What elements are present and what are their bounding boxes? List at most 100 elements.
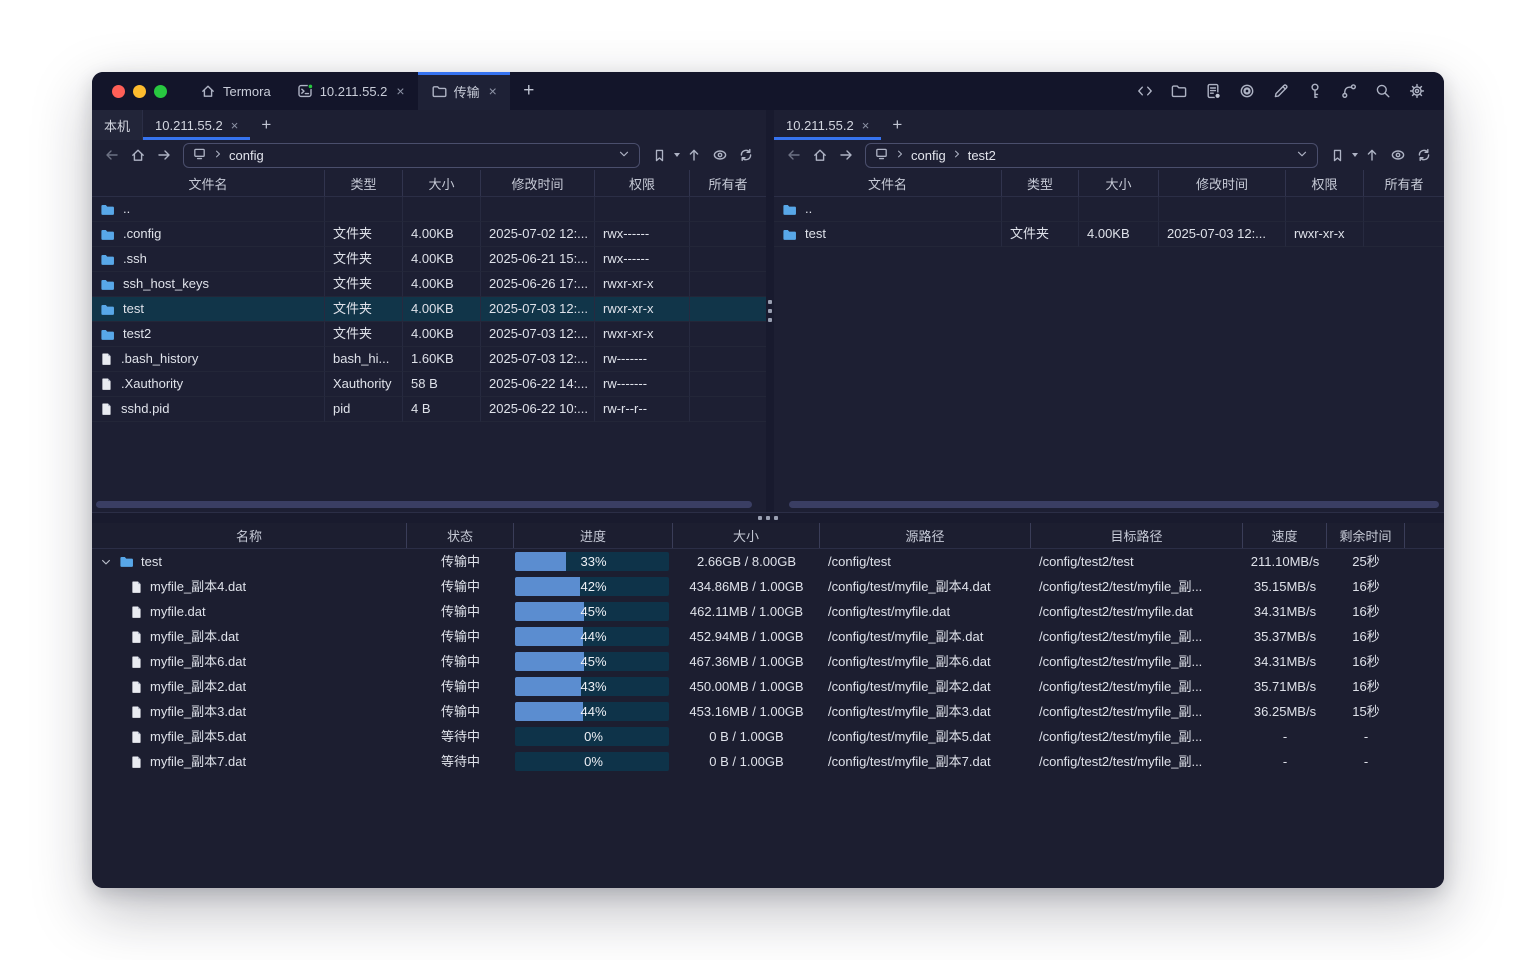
file-row[interactable]: .. (774, 197, 1444, 222)
file-perm-cell: rwxr-xr-x (595, 322, 690, 347)
breadcrumb-segment[interactable]: config (229, 148, 264, 163)
column-header[interactable]: 名称 (92, 523, 407, 548)
forward-icon[interactable] (834, 143, 858, 167)
settings-icon[interactable] (1404, 79, 1429, 104)
transfer-row[interactable]: myfile_副本3.dat传输中44%453.16MB / 1.00GB/co… (92, 699, 1444, 724)
column-header[interactable]: 大小 (1079, 170, 1159, 196)
file-row[interactable]: .ssh文件夹4.00KB2025-06-21 15:...rwx------ (92, 247, 766, 272)
key-icon[interactable] (1302, 79, 1327, 104)
breadcrumb-segment[interactable]: test2 (968, 148, 996, 163)
eye-icon[interactable] (708, 143, 732, 167)
log-icon[interactable] (1200, 79, 1225, 104)
column-header[interactable]: 权限 (1286, 170, 1364, 196)
bookmark-dropdown-icon[interactable] (674, 153, 680, 157)
close-icon[interactable]: × (489, 83, 497, 99)
transfer-row[interactable]: myfile.dat传输中45%462.11MB / 1.00GB/config… (92, 599, 1444, 624)
vertical-splitter[interactable] (766, 110, 774, 512)
path-field[interactable]: config test2 (865, 143, 1318, 168)
tab-remote-host[interactable]: 10.211.55.2 × (143, 110, 250, 140)
file-row[interactable]: test文件夹4.00KB2025-07-03 12:...rwxr-xr-x (774, 222, 1444, 247)
breadcrumb-segment[interactable]: config (911, 148, 946, 163)
tab-termora-home[interactable]: Termora (187, 72, 284, 110)
back-icon[interactable] (782, 143, 806, 167)
tab-remote-host[interactable]: 10.211.55.2 × (774, 110, 881, 140)
file-row[interactable]: test文件夹4.00KB2025-07-03 12:...rwxr-xr-x (92, 297, 766, 322)
eye-icon[interactable] (1386, 143, 1410, 167)
column-header[interactable]: 所有者 (1364, 170, 1444, 196)
size-cell: 0 B / 1.00GB (673, 749, 820, 774)
file-perm-cell: rw------- (595, 372, 690, 397)
forward-icon[interactable] (152, 143, 176, 167)
close-icon[interactable]: × (231, 118, 239, 133)
branch-icon[interactable] (1336, 79, 1361, 104)
column-header[interactable]: 文件名 (92, 170, 325, 196)
column-header[interactable]: 类型 (325, 170, 403, 196)
search-icon[interactable] (1370, 79, 1395, 104)
column-header[interactable]: 文件名 (774, 170, 1002, 196)
column-header[interactable]: 大小 (403, 170, 481, 196)
column-header[interactable]: 权限 (595, 170, 690, 196)
column-header[interactable]: 进度 (514, 523, 673, 548)
column-header[interactable]: 大小 (673, 523, 820, 548)
transfer-row[interactable]: myfile_副本6.dat传输中45%467.36MB / 1.00GB/co… (92, 649, 1444, 674)
up-arrow-icon[interactable] (1360, 143, 1384, 167)
file-row[interactable]: .bash_historybash_hi...1.60KB2025-07-03 … (92, 347, 766, 372)
home-icon[interactable] (126, 143, 150, 167)
horizontal-scrollbar[interactable] (96, 501, 752, 508)
path-field[interactable]: config (183, 143, 640, 168)
new-panel-tab-button[interactable]: + (250, 110, 282, 140)
file-row[interactable]: .config文件夹4.00KB2025-07-02 12:...rwx----… (92, 222, 766, 247)
column-header[interactable]: 修改时间 (481, 170, 595, 196)
folder-icon[interactable] (1166, 79, 1191, 104)
chevron-down-icon[interactable] (617, 147, 631, 164)
column-header[interactable]: 修改时间 (1159, 170, 1286, 196)
record-icon[interactable] (1234, 79, 1259, 104)
transfer-row[interactable]: myfile_副本.dat传输中44%452.94MB / 1.00GB/con… (92, 624, 1444, 649)
zoom-window-button[interactable] (154, 85, 167, 98)
chevron-down-icon[interactable] (1295, 147, 1309, 164)
filler-cell (1405, 624, 1444, 649)
minimize-window-button[interactable] (133, 85, 146, 98)
column-header[interactable]: 目标路径 (1031, 523, 1243, 548)
transfer-row[interactable]: test传输中33%2.66GB / 8.00GB/config/test/co… (92, 549, 1444, 574)
file-row[interactable]: .. (92, 197, 766, 222)
new-tab-button[interactable]: + (510, 72, 548, 110)
new-panel-tab-button[interactable]: + (881, 110, 913, 140)
horizontal-scrollbar[interactable] (789, 501, 1439, 508)
close-icon[interactable]: × (396, 83, 404, 99)
refresh-icon[interactable] (734, 143, 758, 167)
refresh-icon[interactable] (1412, 143, 1436, 167)
close-window-button[interactable] (112, 85, 125, 98)
file-perm-cell: rwx------ (595, 247, 690, 272)
file-row[interactable]: test2文件夹4.00KB2025-07-03 12:...rwxr-xr-x (92, 322, 766, 347)
column-header[interactable]: 源路径 (820, 523, 1031, 548)
column-header[interactable]: 所有者 (690, 170, 766, 196)
home-icon[interactable] (808, 143, 832, 167)
transfer-row[interactable]: myfile_副本5.dat等待中0%0 B / 1.00GB/config/t… (92, 724, 1444, 749)
close-icon[interactable]: × (862, 118, 870, 133)
transfer-row[interactable]: myfile_副本7.dat等待中0%0 B / 1.00GB/config/t… (92, 749, 1444, 774)
file-row[interactable]: ssh_host_keys文件夹4.00KB2025-06-26 17:...r… (92, 272, 766, 297)
column-header[interactable]: 状态 (407, 523, 514, 548)
tab-local[interactable]: 本机 (92, 110, 143, 140)
expand-chevron-icon[interactable] (100, 556, 112, 568)
target-path-cell: /config/test2/test/myfile_副... (1031, 699, 1243, 724)
up-arrow-icon[interactable] (682, 143, 706, 167)
file-row[interactable]: sshd.pidpid4 B2025-06-22 10:...rw-r--r-- (92, 397, 766, 422)
tab-transfer[interactable]: 传输 × (418, 72, 510, 110)
horizontal-splitter[interactable] (92, 512, 1444, 523)
breadcrumb-chevron-icon (894, 148, 906, 163)
file-row[interactable]: .XauthorityXauthority58 B2025-06-22 14:.… (92, 372, 766, 397)
tab-ssh-session[interactable]: 10.211.55.2 × (284, 72, 418, 110)
column-header[interactable]: 速度 (1243, 523, 1327, 548)
bookmark-icon[interactable] (647, 143, 671, 167)
transfer-row[interactable]: myfile_副本2.dat传输中43%450.00MB / 1.00GB/co… (92, 674, 1444, 699)
transfer-row[interactable]: myfile_副本4.dat传输中42%434.86MB / 1.00GB/co… (92, 574, 1444, 599)
pencil-icon[interactable] (1268, 79, 1293, 104)
column-header[interactable]: 类型 (1002, 170, 1079, 196)
back-icon[interactable] (100, 143, 124, 167)
bookmark-dropdown-icon[interactable] (1352, 153, 1358, 157)
column-header[interactable]: 剩余时间 (1327, 523, 1405, 548)
bookmark-icon[interactable] (1325, 143, 1349, 167)
code-icon[interactable] (1132, 79, 1157, 104)
